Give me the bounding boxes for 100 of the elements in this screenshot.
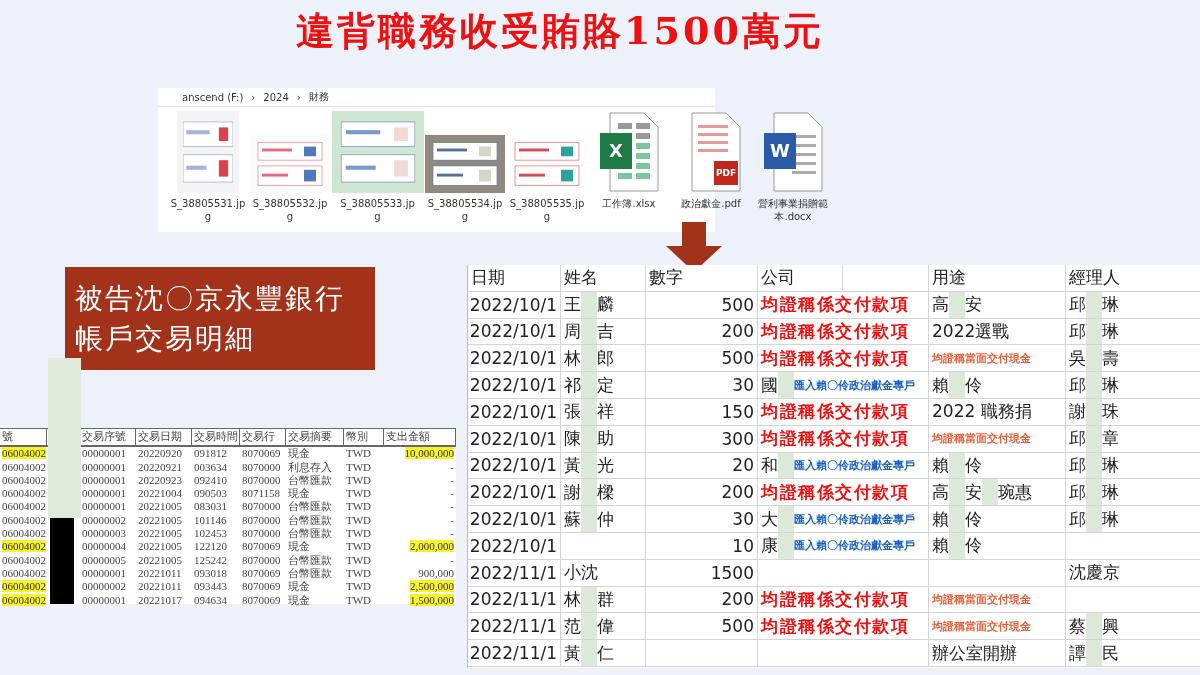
amount-cell: 10 — [732, 535, 754, 556]
table-cell: 06004002 — [2, 593, 46, 606]
date-cell: 2022/11/1 — [469, 589, 557, 610]
redaction-block — [1086, 291, 1102, 318]
table-cell-text: 20221005 — [137, 513, 183, 527]
redaction-block — [982, 479, 998, 506]
table-cell-text: 00000002 — [81, 513, 127, 527]
name-text: 仲 — [597, 507, 614, 531]
table-cell-text: TWD — [345, 487, 373, 501]
date-cell: 2022/10/1 — [469, 535, 557, 556]
file-name[interactable]: 政治獻金.pdf — [671, 197, 751, 223]
amount-cell: 1500 — [710, 562, 754, 583]
caption-text: 被告沈〇京永豐銀行帳戶交易明細 — [65, 267, 375, 370]
table-cell-text: 台幣匯款 — [287, 473, 333, 487]
file-name[interactable]: S_38805533.jpg — [337, 197, 418, 223]
table-cell: 06004002 — [2, 447, 46, 460]
breadcrumb-item[interactable]: 財務 — [308, 90, 329, 104]
table-cell-text: 20221004 — [137, 487, 183, 501]
file-name[interactable]: S_38805531.jpg — [168, 197, 248, 223]
remark-text: 均證稱係交付款項 — [761, 346, 909, 370]
redaction-block — [1086, 613, 1102, 640]
manager-text: 譚 — [1069, 641, 1086, 665]
amount-cell: 500 — [721, 294, 754, 315]
column-header: 幣別 — [344, 428, 384, 447]
table-cell-text: 094634 — [193, 593, 228, 607]
redaction-block — [581, 425, 597, 452]
redaction-block — [1086, 425, 1102, 452]
breadcrumb-item[interactable]: anscend (F:) — [182, 91, 244, 103]
name-text: 郎 — [597, 346, 614, 370]
table-cell-text: 00000004 — [81, 540, 127, 554]
purpose-text: 均證稱當面交付現金 — [932, 618, 1031, 634]
manager-text: 琳 — [1102, 373, 1119, 397]
amount-cell: 500 — [721, 348, 754, 369]
table-cell-text: 8071158 — [241, 487, 282, 501]
table-cell: 06004002 — [2, 527, 46, 540]
file-name[interactable]: 營利事業捐贈範本.docx — [753, 197, 833, 223]
name-text: 仁 — [597, 641, 614, 665]
column-header: 號 — [0, 428, 47, 447]
amount-cell: 20 — [732, 455, 754, 476]
purpose-text: 2022選戰 — [932, 320, 1010, 343]
remark-text: 均證稱係交付款項 — [761, 400, 909, 424]
file-name[interactable]: 工作簿.xlsx — [589, 197, 669, 223]
column-header: 交易日期 — [136, 428, 192, 447]
table-cell-text: 台幣匯款 — [287, 513, 333, 527]
column-header: 公司 — [761, 266, 795, 290]
purpose-text: 2022 職務捐 — [932, 400, 1032, 424]
file-name[interactable]: S_38805532.jpg — [250, 197, 330, 223]
table-cell-text: 現金 — [287, 580, 311, 594]
table-cell-text: 8070069 — [241, 593, 282, 607]
manager-text: 邱 — [1069, 480, 1086, 504]
redaction-block — [778, 506, 794, 532]
date-cell: 2022/10/1 — [469, 428, 557, 449]
redaction-block — [1086, 318, 1102, 345]
name-text: 謝 — [564, 480, 581, 504]
purpose-text: 均證稱當面交付現金 — [932, 431, 1031, 447]
purpose-text: 均證稱當面交付現金 — [932, 350, 1031, 366]
remark-text: 匯入賴〇伶政治獻金專戶 — [794, 377, 915, 393]
redaction-block — [581, 318, 597, 345]
table-cell-text: 8070000 — [241, 473, 282, 487]
table-cell-text: 8070069 — [241, 447, 282, 461]
table-cell-text: 083031 — [193, 500, 228, 514]
table-cell-text: 101146 — [193, 513, 228, 527]
table-cell: - — [450, 487, 454, 500]
remark-text: 均證稱係交付款項 — [761, 320, 909, 343]
name-text: 張 — [564, 400, 581, 424]
table-cell-text: 122120 — [193, 540, 228, 554]
remark-text: 均證稱係交付款項 — [761, 614, 909, 638]
table-cell: 06004002 — [2, 473, 46, 486]
name-text: 偉 — [597, 614, 614, 638]
manager-text: 邱 — [1069, 320, 1086, 343]
breadcrumb-item[interactable]: 2024 — [263, 91, 289, 103]
name-text: 林 — [564, 587, 581, 611]
table-cell-text: 00000002 — [81, 580, 127, 594]
remark-text: 均證稱係交付款項 — [761, 480, 909, 504]
redaction-block — [581, 399, 597, 425]
table-cell-text: 125242 — [193, 553, 228, 567]
manager-text: 謝 — [1069, 400, 1086, 424]
name-text: 黃 — [564, 641, 581, 665]
table-cell: 10,000,000 — [404, 447, 454, 460]
manager-text: 壽 — [1102, 346, 1119, 370]
name-text: 王 — [564, 293, 581, 317]
amount-cell: 200 — [721, 321, 754, 342]
column-header: 用途 — [932, 266, 966, 290]
redaction-block — [1086, 399, 1102, 425]
name-text: 林 — [564, 346, 581, 370]
remark-text: 均證稱係交付款項 — [761, 293, 909, 317]
table-cell-text: 00000005 — [81, 553, 127, 567]
file-name[interactable]: S_38805535.jpg — [507, 197, 587, 223]
manager-text: 邱 — [1069, 427, 1086, 451]
purpose-text: 賴 — [932, 534, 949, 558]
date-cell: 2022/10/1 — [469, 348, 557, 369]
table-cell-text: TWD — [345, 540, 373, 554]
column-header: 數字 — [649, 266, 683, 290]
table-cell-text: 00000001 — [81, 593, 127, 607]
manager-text: 邱 — [1069, 373, 1086, 397]
table-cell-text: 20220921 — [137, 460, 183, 474]
name-text: 群 — [597, 587, 614, 611]
redaction-block — [581, 345, 597, 372]
file-name[interactable]: S_38805534.jpg — [425, 197, 505, 223]
column-header: 交易摘要 — [286, 428, 344, 447]
